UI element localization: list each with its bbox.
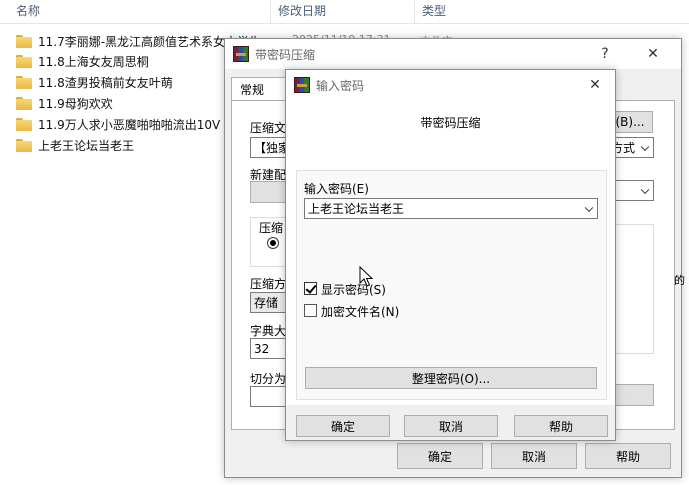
folder-icon [16,117,32,131]
password-help-button[interactable]: 帮助 [514,415,608,437]
folder-icon [16,34,32,48]
dictionary-label: 字典大 [250,324,287,338]
password-dialog: 输入密码 ✕ 带密码压缩 输入密码(E) 上老王论坛当老王 显示密码(S) 加密… [285,69,616,441]
close-icon[interactable]: ✕ [579,70,611,100]
show-password-label[interactable]: 显示密码(S) [321,281,386,298]
password-input[interactable]: 上老王论坛当老王 [304,198,598,219]
options-partial-label: 的 [674,274,685,287]
split-combo[interactable] [250,386,290,407]
profile-button[interactable] [250,181,290,203]
folder-icon [16,54,32,68]
organize-passwords-button[interactable]: 整理密码(O)... [305,367,597,389]
password-dialog-titlebar[interactable]: 输入密码 ✕ [286,70,615,100]
winrar-icon [294,77,310,93]
split-label: 切分为 [250,372,287,386]
column-type[interactable]: 类型 [418,0,446,24]
archive-cancel-button[interactable]: 取消 [491,443,577,469]
password-value: 上老王论坛当老王 [308,202,405,216]
format-radio-rar[interactable] [267,237,279,249]
archive-name-label: 压缩文 [250,121,287,135]
method-label: 压缩方 [250,277,287,291]
folder-icon [16,96,32,110]
folder-icon [16,75,32,89]
password-cancel-button[interactable]: 取消 [404,415,498,437]
tab-general-label: 常规 [240,83,265,97]
password-dialog-heading: 带密码压缩 [420,116,481,130]
file-name: 11.8渣男投稿前女友叶萌 [38,75,173,90]
password-label: 输入密码(E) [304,182,369,196]
column-modified[interactable]: 修改日期 [274,0,326,24]
format-label: 压缩 [259,221,284,235]
encrypt-filenames-label[interactable]: 加密文件名(N) [321,303,399,320]
archive-ok-button[interactable]: 确定 [397,443,483,469]
help-icon[interactable]: ? [589,39,621,69]
archive-dialog-titlebar[interactable]: 带密码压缩 ? ✕ [225,39,681,69]
file-name: 11.9母狗欢欢 [38,96,113,111]
show-password-checkbox[interactable] [304,282,317,295]
chevron-down-icon [640,142,650,151]
archive-name-field[interactable]: 【独家 [250,137,290,158]
file-name: 11.9万人求小恶魔啪啪啪流出10V 5 [38,117,232,132]
mouse-cursor-icon [359,266,373,287]
dictionary-combo[interactable]: 32 [250,338,290,359]
archive-help-button[interactable]: 帮助 [585,443,671,469]
column-name[interactable]: 名称 [12,0,40,24]
password-dialog-title: 输入密码 [316,78,365,93]
folder-icon [16,138,32,152]
file-name: 上老王论坛当老王 [38,138,135,153]
close-icon[interactable]: ✕ [637,39,669,69]
file-name: 11.8上海女友周思桐 [38,54,149,69]
radio-dot-icon [270,240,276,246]
winrar-icon [233,46,249,62]
chevron-down-icon[interactable] [584,203,594,212]
tab-general[interactable]: 常规 [231,77,287,101]
column-separator[interactable] [270,0,271,24]
method-combo[interactable]: 存储 [250,292,290,313]
column-separator[interactable] [414,0,415,24]
encrypt-filenames-checkbox[interactable] [304,304,317,317]
password-ok-button[interactable]: 确定 [296,415,390,437]
explorer-column-header: 名称 修改日期 类型 [0,0,689,24]
archive-dialog-title: 带密码压缩 [255,47,316,62]
chevron-down-icon [640,185,650,194]
